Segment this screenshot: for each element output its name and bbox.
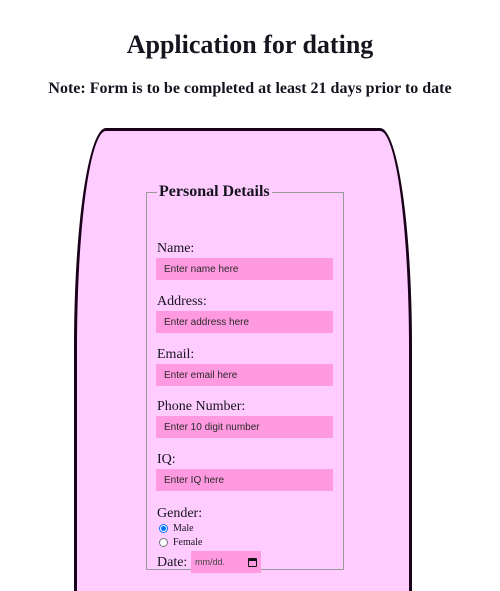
phone-input[interactable] (156, 416, 333, 438)
female-radio-label: Female (173, 536, 203, 548)
date-input[interactable]: mm/dd. (191, 551, 261, 573)
name-input[interactable] (156, 258, 333, 280)
form-note: Note: Form is to be completed at least 2… (48, 80, 452, 97)
male-radio-label: Male (173, 522, 194, 534)
date-label: Date: (157, 555, 188, 570)
iq-input[interactable] (156, 469, 333, 491)
female-radio[interactable] (159, 537, 168, 547)
phone-label: Phone Number: (157, 399, 246, 414)
address-label: Address: (157, 294, 207, 309)
address-input[interactable] (156, 311, 333, 333)
date-placeholder: mm/dd. (195, 557, 226, 567)
calendar-icon[interactable] (248, 557, 257, 567)
page-title: Application for dating (126, 30, 374, 59)
personal-details-legend: Personal Details (159, 183, 270, 200)
personal-details-fieldset: Personal Details Name: Address: Email: P… (146, 183, 344, 573)
email-input[interactable] (156, 364, 333, 386)
name-label: Name: (157, 241, 195, 256)
gender-label: Gender: (157, 506, 203, 521)
email-label: Email: (157, 347, 195, 362)
gender-option-male[interactable]: Male (159, 521, 194, 535)
iq-label: IQ: (157, 452, 176, 467)
form-card: Personal Details Name: Address: Email: P… (74, 128, 412, 591)
male-radio[interactable] (159, 523, 168, 533)
gender-option-female[interactable]: Female (159, 535, 202, 549)
